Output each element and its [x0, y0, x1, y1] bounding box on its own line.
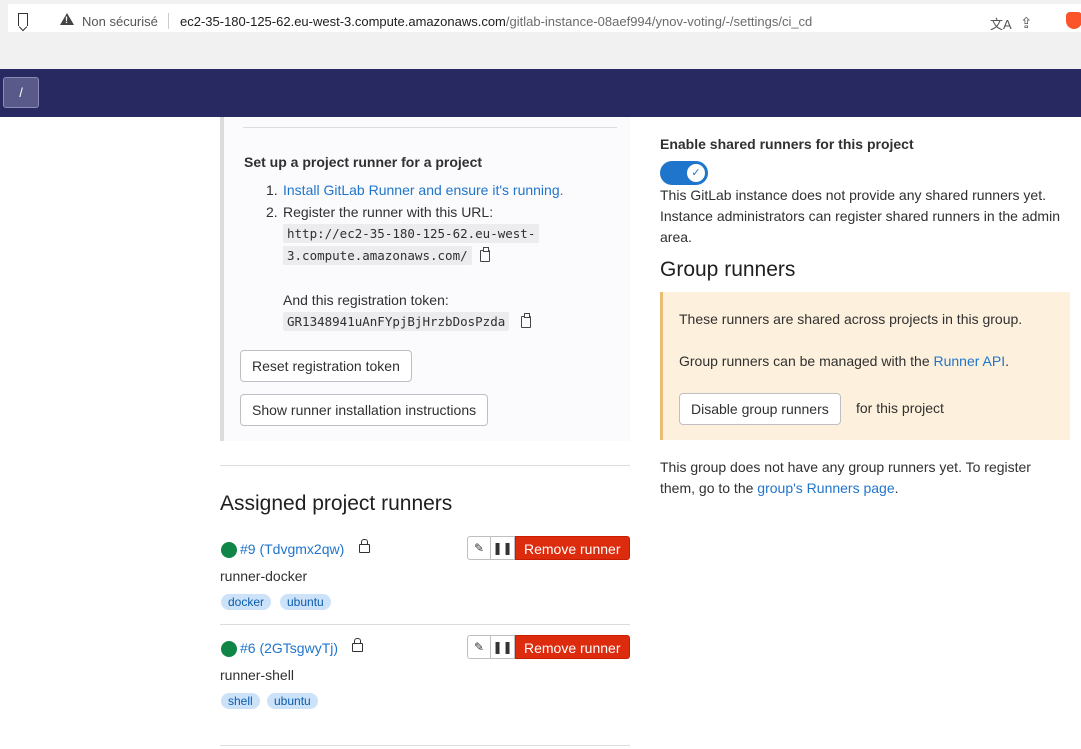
reset-token-button[interactable]: Reset registration token — [240, 350, 412, 382]
divider — [220, 745, 630, 746]
group-runners-title: Group runners — [660, 258, 796, 281]
runner-description: runner-docker — [220, 568, 308, 584]
pause-icon[interactable]: ❚❚ — [491, 536, 515, 560]
online-status-icon — [221, 641, 237, 657]
runner-url-line-2: 3.compute.amazonaws.com/ — [283, 246, 472, 265]
lock-icon — [359, 539, 370, 553]
runner-id-link[interactable]: #9 (Tdvgmx2qw) — [240, 541, 344, 557]
browser-toolbar: Non sécurisé ec2-35-180-125-62.eu-west-3… — [0, 0, 1081, 69]
alert-text: These runners are shared across projects… — [679, 311, 1023, 327]
divider — [220, 465, 630, 466]
runner-tag: docker — [221, 594, 272, 610]
runner-item: #6 (2GTsgwyTj) ✎ ❚❚ Remove runner runner… — [220, 635, 630, 723]
url-host: ec2-35-180-125-62.eu-west-3.compute.amaz… — [180, 14, 506, 29]
insecure-label[interactable]: Non sécurisé — [82, 14, 158, 29]
divider — [243, 127, 617, 128]
disable-suffix-text: for this project — [856, 400, 944, 416]
online-status-icon — [221, 542, 237, 558]
copy-token-icon[interactable] — [521, 313, 532, 329]
step-2-text: Register the runner with this URL: — [283, 204, 494, 220]
pause-icon[interactable]: ❚❚ — [491, 635, 515, 659]
runner-url-line-1: http://ec2-35-180-125-62.eu-west- — [283, 224, 540, 243]
search-shortcut-button[interactable]: / — [3, 77, 39, 108]
runner-tag: shell — [221, 693, 260, 709]
step-1-number: 1. — [266, 182, 278, 198]
no-group-runners-text: This group does not have any group runne… — [660, 457, 1065, 499]
edit-icon[interactable]: ✎ — [467, 536, 491, 560]
runner-tag: ubuntu — [280, 594, 331, 610]
copy-url-icon[interactable] — [479, 247, 490, 263]
translate-icon[interactable]: 文A — [990, 14, 1012, 33]
shared-runners-title: Enable shared runners for this project — [660, 136, 914, 152]
brave-shield-icon[interactable] — [1066, 12, 1081, 29]
group-runners-page-link[interactable]: group's Runners page — [757, 480, 894, 496]
registration-token: GR1348941uAnFYpjBjHrzbDosPzda — [283, 312, 510, 331]
edit-icon[interactable]: ✎ — [467, 635, 491, 659]
assigned-runners-title: Assigned project runners — [220, 492, 453, 515]
alert-text-suffix: . — [1005, 353, 1009, 369]
check-icon: ✓ — [687, 164, 705, 182]
runner-api-link[interactable]: Runner API — [934, 353, 1006, 369]
runner-setup-panel: Set up a project runner for a project 1.… — [220, 117, 630, 441]
setup-title: Set up a project runner for a project — [244, 154, 483, 170]
runner-description: runner-shell — [220, 667, 294, 683]
share-icon[interactable]: ⇪ — [1020, 14, 1033, 32]
alert-text-prefix: Group runners can be managed with the — [679, 353, 930, 369]
divider — [220, 624, 630, 625]
url-path: /gitlab-instance-08aef994/ynov-voting/-/… — [505, 14, 813, 29]
show-instructions-button[interactable]: Show runner installation instructions — [240, 394, 489, 426]
bookmark-icon[interactable] — [18, 13, 28, 26]
url-text[interactable]: ec2-35-180-125-62.eu-west-3.compute.amaz… — [180, 14, 812, 29]
runner-item: #9 (Tdvgmx2qw) ✎ ❚❚ Remove runner runner… — [220, 536, 630, 624]
token-label: And this registration token: — [283, 292, 449, 308]
address-bar[interactable]: Non sécurisé ec2-35-180-125-62.eu-west-3… — [8, 4, 1081, 32]
remove-runner-button[interactable]: Remove runner — [515, 635, 630, 659]
shared-runners-toggle[interactable]: ✓ — [660, 161, 708, 185]
runner-tag: ubuntu — [267, 693, 318, 709]
divider — [168, 13, 169, 29]
warning-icon[interactable] — [60, 13, 74, 25]
shared-runners-description: This GitLab instance does not provide an… — [660, 187, 1060, 245]
group-runners-alert: These runners are shared across projects… — [660, 292, 1070, 440]
runner-actions: ✎ ❚❚ Remove runner — [467, 635, 630, 659]
alert-text-2: Group runners can be managed with the Ru… — [679, 351, 1009, 372]
install-runner-link[interactable]: Install GitLab Runner and ensure it's ru… — [283, 182, 564, 198]
disable-group-runners-button[interactable]: Disable group runners — [679, 393, 841, 425]
lock-icon — [352, 638, 363, 652]
remove-runner-button[interactable]: Remove runner — [515, 536, 630, 560]
step-2-number: 2. — [266, 204, 278, 220]
runner-id-link[interactable]: #6 (2GTsgwyTj) — [240, 640, 338, 656]
no-group-runners-suffix: . — [894, 480, 899, 496]
gitlab-navbar: / — [0, 69, 1081, 117]
runner-actions: ✎ ❚❚ Remove runner — [467, 536, 630, 560]
